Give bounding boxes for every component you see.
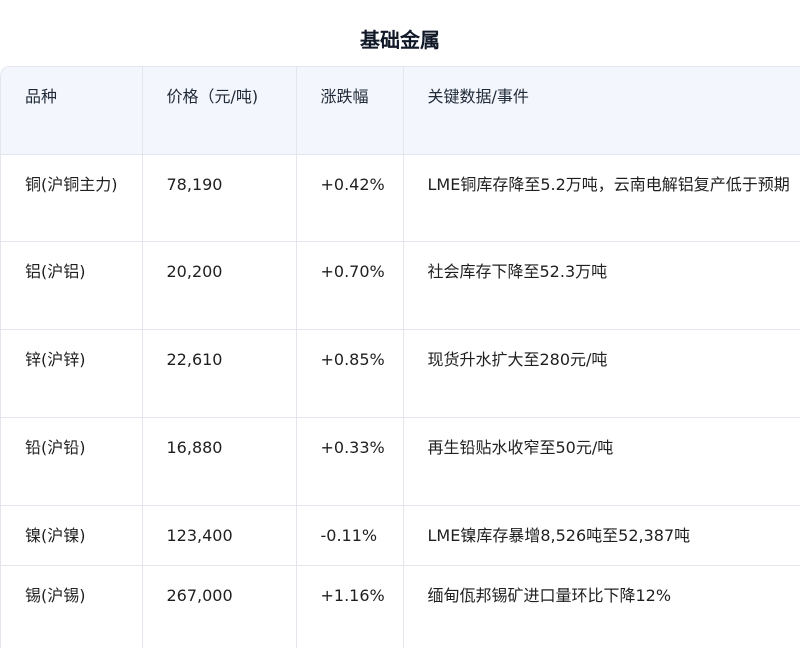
cell-change: +0.42%: [296, 154, 404, 242]
cell-price: 20,200: [142, 241, 297, 330]
cell-variety: 铅(沪铅): [1, 417, 143, 506]
cell-events: 再生铅贴水收窄至50元/吨: [403, 417, 800, 506]
cell-change: -0.11%: [296, 505, 404, 566]
header-row: 品种 价格（元/吨) 涨跌幅 关键数据/事件: [1, 67, 800, 155]
cell-change: +0.33%: [296, 417, 404, 506]
cell-price: 267,000: [142, 565, 297, 648]
cell-events: LME铜库存降至5.2万吨，云南电解铝复产低于预期: [403, 154, 800, 242]
metals-table: 品种 价格（元/吨) 涨跌幅 关键数据/事件 铜(沪铜主力) 78,190 +0…: [1, 67, 800, 648]
table-row-lead: 铅(沪铅) 16,880 +0.33% 再生铅贴水收窄至50元/吨: [1, 417, 800, 506]
table-row-aluminum: 铝(沪铝) 20,200 +0.70% 社会库存下降至52.3万吨: [1, 241, 800, 330]
cell-price: 78,190: [142, 154, 297, 242]
table-row-tin: 锡(沪锡) 267,000 +1.16% 缅甸佤邦锡矿进口量环比下降12%: [1, 565, 800, 648]
header-events: 关键数据/事件: [403, 67, 800, 155]
header-variety: 品种: [1, 67, 143, 155]
cell-events: 现货升水扩大至280元/吨: [403, 329, 800, 418]
cell-change: +0.85%: [296, 329, 404, 418]
cell-change: +0.70%: [296, 241, 404, 330]
cell-events: 缅甸佤邦锡矿进口量环比下降12%: [403, 565, 800, 648]
cell-change: +1.16%: [296, 565, 404, 648]
cell-price: 123,400: [142, 505, 297, 566]
cell-variety: 镍(沪镍): [1, 505, 143, 566]
cell-price: 16,880: [142, 417, 297, 506]
cell-price: 22,610: [142, 329, 297, 418]
metals-table-container: 品种 价格（元/吨) 涨跌幅 关键数据/事件 铜(沪铜主力) 78,190 +0…: [0, 66, 800, 648]
table-row-zinc: 锌(沪锌) 22,610 +0.85% 现货升水扩大至280元/吨: [1, 329, 800, 418]
header-price: 价格（元/吨): [142, 67, 297, 155]
table-title: 基础金属: [360, 28, 440, 52]
table-row-nickel: 镍(沪镍) 123,400 -0.11% LME镍库存暴增8,526吨至52,3…: [1, 505, 800, 566]
cell-variety: 铝(沪铝): [1, 241, 143, 330]
cell-variety: 铜(沪铜主力): [1, 154, 143, 242]
table-row-copper: 铜(沪铜主力) 78,190 +0.42% LME铜库存降至5.2万吨，云南电解…: [1, 154, 800, 242]
cell-events: LME镍库存暴增8,526吨至52,387吨: [403, 505, 800, 566]
cell-variety: 锌(沪锌): [1, 329, 143, 418]
cell-variety: 锡(沪锡): [1, 565, 143, 648]
page: 基础金属 品种 价格（元/吨) 涨跌幅 关键数据/事件 铜(沪铜主力) 78,1…: [0, 0, 800, 648]
header-change: 涨跌幅: [296, 67, 404, 155]
cell-events: 社会库存下降至52.3万吨: [403, 241, 800, 330]
